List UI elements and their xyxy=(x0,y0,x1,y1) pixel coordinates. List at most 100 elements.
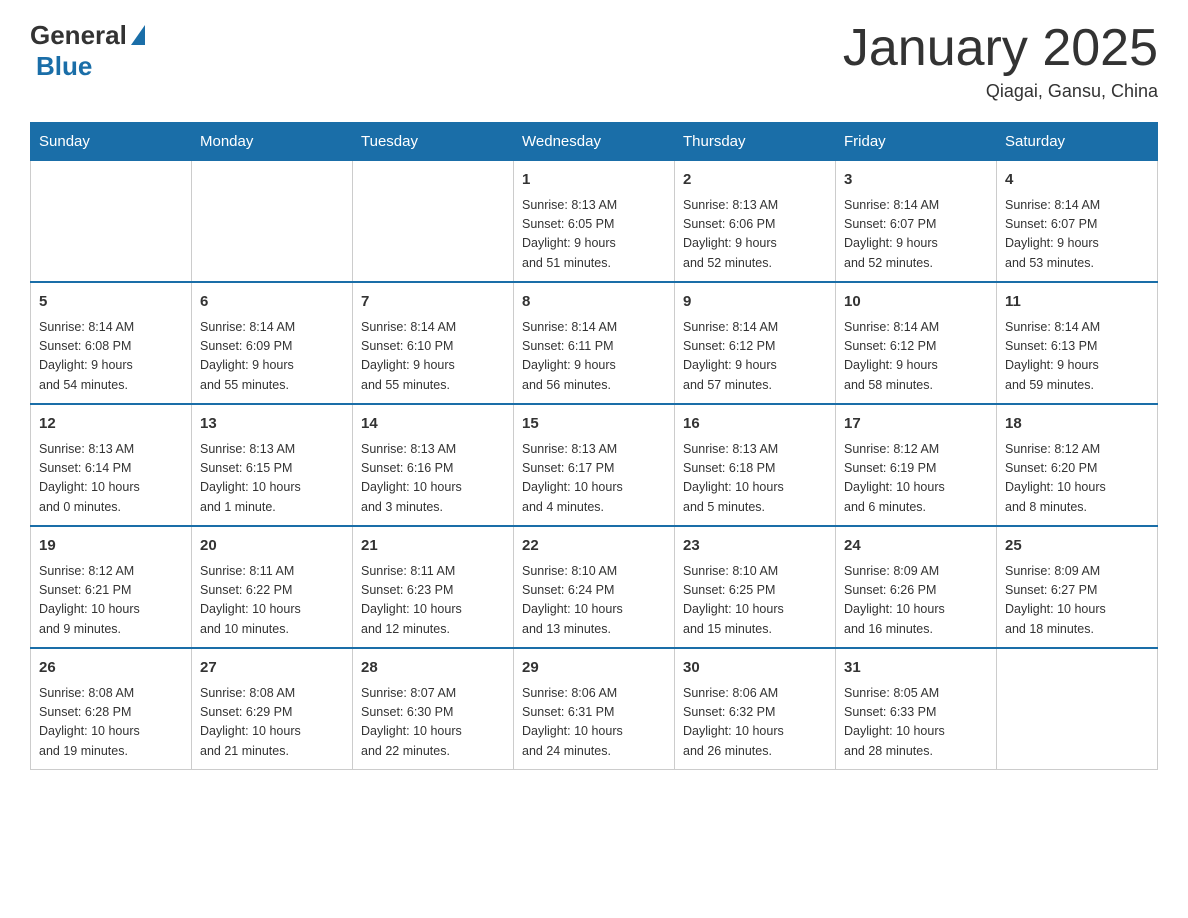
day-info: Sunrise: 8:09 AMSunset: 6:26 PMDaylight:… xyxy=(844,562,988,640)
day-number: 9 xyxy=(683,291,827,314)
day-number: 22 xyxy=(522,535,666,558)
calendar-cell: 15 Sunrise: 8:13 AMSunset: 6:17 PMDayligh… xyxy=(514,404,675,526)
calendar-day-header: Thursday xyxy=(675,123,836,161)
month-title: January 2025 xyxy=(843,20,1158,77)
day-info: Sunrise: 8:13 AMSunset: 6:17 PMDaylight:… xyxy=(522,440,666,518)
calendar-cell: 14 Sunrise: 8:13 AMSunset: 6:16 PMDayligh… xyxy=(353,404,514,526)
calendar-cell: 18 Sunrise: 8:12 AMSunset: 6:20 PMDayligh… xyxy=(997,404,1158,526)
day-info: Sunrise: 8:13 AMSunset: 6:06 PMDaylight:… xyxy=(683,196,827,274)
day-number: 23 xyxy=(683,535,827,558)
calendar-cell: 13Sunrise: 8:13 AMSunset: 6:15 PMDayligh… xyxy=(192,404,353,526)
day-info: Sunrise: 8:14 AMSunset: 6:09 PMDaylight:… xyxy=(200,318,344,396)
calendar-cell: 5 Sunrise: 8:14 AMSunset: 6:08 PMDaylight… xyxy=(31,282,192,404)
logo-general-text: General xyxy=(30,20,127,51)
day-info: Sunrise: 8:11 AMSunset: 6:22 PMDaylight:… xyxy=(200,562,344,640)
day-number: 30 xyxy=(683,657,827,680)
day-info: Sunrise: 8:14 AMSunset: 6:13 PMDaylight:… xyxy=(1005,318,1149,396)
day-number: 24 xyxy=(844,535,988,558)
calendar-cell xyxy=(997,648,1158,770)
day-info: Sunrise: 8:05 AMSunset: 6:33 PMDaylight:… xyxy=(844,684,988,762)
calendar-day-header: Sunday xyxy=(31,123,192,161)
calendar-week-row: 5 Sunrise: 8:14 AMSunset: 6:08 PMDaylight… xyxy=(31,282,1158,404)
calendar-cell: 24 Sunrise: 8:09 AMSunset: 6:26 PMDayligh… xyxy=(836,526,997,648)
calendar-day-header: Tuesday xyxy=(353,123,514,161)
day-info: Sunrise: 8:13 AMSunset: 6:16 PMDaylight:… xyxy=(361,440,505,518)
day-info: Sunrise: 8:10 AMSunset: 6:24 PMDaylight:… xyxy=(522,562,666,640)
day-number: 19 xyxy=(39,535,183,558)
calendar-cell: 26Sunrise: 8:08 AMSunset: 6:28 PMDayligh… xyxy=(31,648,192,770)
day-number: 8 xyxy=(522,291,666,314)
day-number: 15 xyxy=(522,413,666,436)
day-info: Sunrise: 8:12 AMSunset: 6:21 PMDaylight:… xyxy=(39,562,183,640)
calendar-cell: 6Sunrise: 8:14 AMSunset: 6:09 PMDaylight… xyxy=(192,282,353,404)
day-info: Sunrise: 8:10 AMSunset: 6:25 PMDaylight:… xyxy=(683,562,827,640)
day-number: 16 xyxy=(683,413,827,436)
day-info: Sunrise: 8:14 AMSunset: 6:12 PMDaylight:… xyxy=(844,318,988,396)
calendar-day-header: Wednesday xyxy=(514,123,675,161)
day-number: 31 xyxy=(844,657,988,680)
day-info: Sunrise: 8:12 AMSunset: 6:20 PMDaylight:… xyxy=(1005,440,1149,518)
day-number: 14 xyxy=(361,413,505,436)
calendar-cell xyxy=(192,161,353,283)
day-info: Sunrise: 8:11 AMSunset: 6:23 PMDaylight:… xyxy=(361,562,505,640)
calendar-cell: 8 Sunrise: 8:14 AMSunset: 6:11 PMDaylight… xyxy=(514,282,675,404)
day-number: 29 xyxy=(522,657,666,680)
day-info: Sunrise: 8:08 AMSunset: 6:29 PMDaylight:… xyxy=(200,684,344,762)
calendar-table: SundayMondayTuesdayWednesdayThursdayFrid… xyxy=(30,122,1158,770)
calendar-cell: 12 Sunrise: 8:13 AMSunset: 6:14 PMDayligh… xyxy=(31,404,192,526)
day-number: 27 xyxy=(200,657,344,680)
calendar-cell: 7 Sunrise: 8:14 AMSunset: 6:10 PMDaylight… xyxy=(353,282,514,404)
day-info: Sunrise: 8:13 AMSunset: 6:15 PMDaylight:… xyxy=(200,440,344,518)
day-info: Sunrise: 8:14 AMSunset: 6:08 PMDaylight:… xyxy=(39,318,183,396)
calendar-cell: 20 Sunrise: 8:11 AMSunset: 6:22 PMDayligh… xyxy=(192,526,353,648)
calendar-cell: 31 Sunrise: 8:05 AMSunset: 6:33 PMDayligh… xyxy=(836,648,997,770)
calendar-cell: 25Sunrise: 8:09 AMSunset: 6:27 PMDayligh… xyxy=(997,526,1158,648)
day-info: Sunrise: 8:14 AMSunset: 6:07 PMDaylight:… xyxy=(1005,196,1149,274)
title-section: January 2025 Qiagai, Gansu, China xyxy=(843,20,1158,102)
day-info: Sunrise: 8:09 AMSunset: 6:27 PMDaylight:… xyxy=(1005,562,1149,640)
calendar-cell: 2 Sunrise: 8:13 AMSunset: 6:06 PMDaylight… xyxy=(675,161,836,283)
calendar-cell: 22 Sunrise: 8:10 AMSunset: 6:24 PMDayligh… xyxy=(514,526,675,648)
calendar-day-header: Saturday xyxy=(997,123,1158,161)
calendar-header-row: SundayMondayTuesdayWednesdayThursdayFrid… xyxy=(31,123,1158,161)
day-number: 21 xyxy=(361,535,505,558)
calendar-cell xyxy=(353,161,514,283)
day-info: Sunrise: 8:07 AMSunset: 6:30 PMDaylight:… xyxy=(361,684,505,762)
calendar-cell: 10Sunrise: 8:14 AMSunset: 6:12 PMDayligh… xyxy=(836,282,997,404)
calendar-cell: 3 Sunrise: 8:14 AMSunset: 6:07 PMDaylight… xyxy=(836,161,997,283)
day-info: Sunrise: 8:13 AMSunset: 6:18 PMDaylight:… xyxy=(683,440,827,518)
calendar-cell: 19 Sunrise: 8:12 AMSunset: 6:21 PMDayligh… xyxy=(31,526,192,648)
day-number: 28 xyxy=(361,657,505,680)
day-info: Sunrise: 8:13 AMSunset: 6:05 PMDaylight:… xyxy=(522,196,666,274)
calendar-cell: 17Sunrise: 8:12 AMSunset: 6:19 PMDayligh… xyxy=(836,404,997,526)
calendar-cell: 21 Sunrise: 8:11 AMSunset: 6:23 PMDayligh… xyxy=(353,526,514,648)
day-number: 12 xyxy=(39,413,183,436)
day-number: 20 xyxy=(200,535,344,558)
calendar-cell: 28 Sunrise: 8:07 AMSunset: 6:30 PMDayligh… xyxy=(353,648,514,770)
day-info: Sunrise: 8:14 AMSunset: 6:11 PMDaylight:… xyxy=(522,318,666,396)
calendar-day-header: Friday xyxy=(836,123,997,161)
day-number: 7 xyxy=(361,291,505,314)
calendar-cell: 30Sunrise: 8:06 AMSunset: 6:32 PMDayligh… xyxy=(675,648,836,770)
day-number: 26 xyxy=(39,657,183,680)
calendar-cell: 29 Sunrise: 8:06 AMSunset: 6:31 PMDayligh… xyxy=(514,648,675,770)
calendar-cell: 23 Sunrise: 8:10 AMSunset: 6:25 PMDayligh… xyxy=(675,526,836,648)
calendar-cell: 16 Sunrise: 8:13 AMSunset: 6:18 PMDayligh… xyxy=(675,404,836,526)
day-number: 2 xyxy=(683,169,827,192)
location: Qiagai, Gansu, China xyxy=(843,81,1158,102)
calendar-cell: 9 Sunrise: 8:14 AMSunset: 6:12 PMDaylight… xyxy=(675,282,836,404)
calendar-week-row: 19 Sunrise: 8:12 AMSunset: 6:21 PMDayligh… xyxy=(31,526,1158,648)
day-number: 3 xyxy=(844,169,988,192)
calendar-week-row: 1Sunrise: 8:13 AMSunset: 6:05 PMDaylight… xyxy=(31,161,1158,283)
calendar-week-row: 12 Sunrise: 8:13 AMSunset: 6:14 PMDayligh… xyxy=(31,404,1158,526)
day-number: 18 xyxy=(1005,413,1149,436)
day-info: Sunrise: 8:14 AMSunset: 6:10 PMDaylight:… xyxy=(361,318,505,396)
calendar-cell: 11Sunrise: 8:14 AMSunset: 6:13 PMDayligh… xyxy=(997,282,1158,404)
day-info: Sunrise: 8:14 AMSunset: 6:12 PMDaylight:… xyxy=(683,318,827,396)
day-info: Sunrise: 8:06 AMSunset: 6:31 PMDaylight:… xyxy=(522,684,666,762)
day-number: 5 xyxy=(39,291,183,314)
day-number: 4 xyxy=(1005,169,1149,192)
day-info: Sunrise: 8:13 AMSunset: 6:14 PMDaylight:… xyxy=(39,440,183,518)
day-info: Sunrise: 8:14 AMSunset: 6:07 PMDaylight:… xyxy=(844,196,988,274)
calendar-week-row: 26Sunrise: 8:08 AMSunset: 6:28 PMDayligh… xyxy=(31,648,1158,770)
